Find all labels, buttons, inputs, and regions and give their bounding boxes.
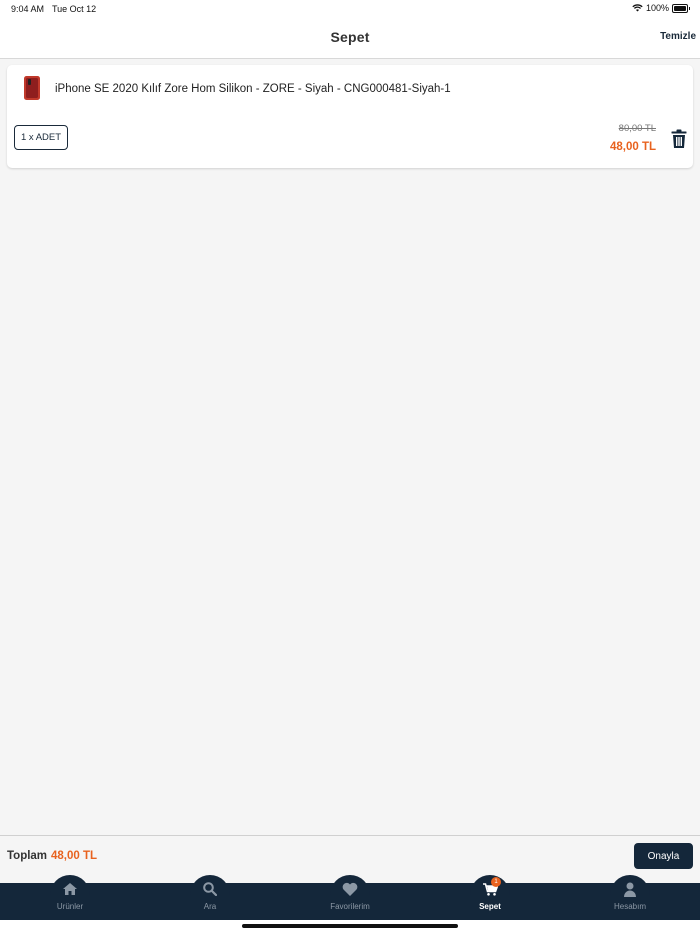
- tab-urunler[interactable]: Ürünler: [30, 875, 110, 920]
- tab-label: Hesabım: [613, 902, 646, 911]
- tab-hesabim[interactable]: Hesabım: [590, 875, 670, 920]
- phone-case-thumbnail: [24, 76, 40, 100]
- tab-label: Sepet: [479, 902, 501, 911]
- tab-label: Favorilerim: [330, 902, 370, 911]
- quantity-button[interactable]: 1 x ADET: [14, 125, 68, 150]
- tab-label: Ürünler: [56, 902, 84, 911]
- trash-icon[interactable]: [671, 129, 687, 149]
- status-time: 9:04 AM: [11, 4, 45, 14]
- total-label: Toplam: [7, 850, 48, 862]
- product-name[interactable]: iPhone SE 2020 Kılıf Zore Hom Silikon - …: [55, 83, 451, 95]
- navigation-bar: Sepet Temizle: [0, 18, 700, 59]
- clear-cart-button[interactable]: Temizle: [660, 31, 696, 42]
- cart-item-card: iPhone SE 2020 Kılıf Zore Hom Silikon - …: [7, 65, 693, 168]
- tab-label: Ara: [203, 902, 217, 911]
- home-icon: [63, 883, 77, 895]
- status-right: 100%: [632, 3, 690, 13]
- search-icon: [203, 882, 217, 896]
- current-price: 48,00 TL: [609, 141, 656, 153]
- confirm-button[interactable]: Onayla: [634, 843, 693, 869]
- home-indicator: [242, 924, 458, 928]
- battery-icon: [672, 3, 690, 13]
- tab-bar: Ürünler Ara Favorilerim 1 Sepet Hesabım: [0, 875, 700, 920]
- tab-favorilerim[interactable]: Favorilerim: [310, 875, 390, 920]
- status-date: Tue Oct 12: [52, 4, 97, 14]
- user-icon: [624, 882, 636, 897]
- wifi-icon: [632, 4, 643, 12]
- battery-percent: 100%: [645, 3, 669, 13]
- cart-count-badge: 1: [491, 877, 501, 887]
- old-price: 80,00 TL: [618, 123, 656, 134]
- tab-sepet[interactable]: 1 Sepet: [450, 875, 530, 920]
- tab-ara[interactable]: Ara: [170, 875, 250, 920]
- heart-icon: [342, 882, 358, 896]
- page-title: Sepet: [330, 29, 370, 45]
- status-bar: 9:04 AM Tue Oct 12 100%: [0, 0, 700, 18]
- total-value: 48,00 TL: [51, 850, 98, 862]
